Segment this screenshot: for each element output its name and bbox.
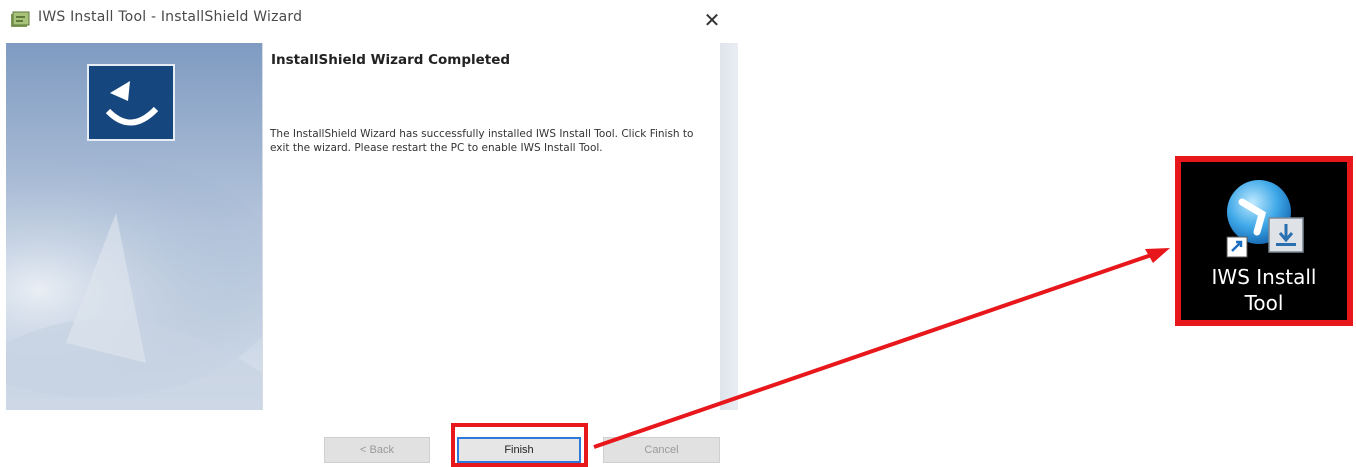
- desktop-label-line2: Tool: [1244, 291, 1284, 315]
- pointer-arrow: [593, 248, 1170, 449]
- desktop-shortcut-highlight: IWS Install Tool: [1175, 156, 1353, 326]
- desktop-label-line1: IWS Install: [1211, 265, 1317, 289]
- desktop-shortcut-label[interactable]: IWS Install Tool: [1181, 264, 1347, 316]
- iws-install-tool-icon[interactable]: [1217, 174, 1311, 264]
